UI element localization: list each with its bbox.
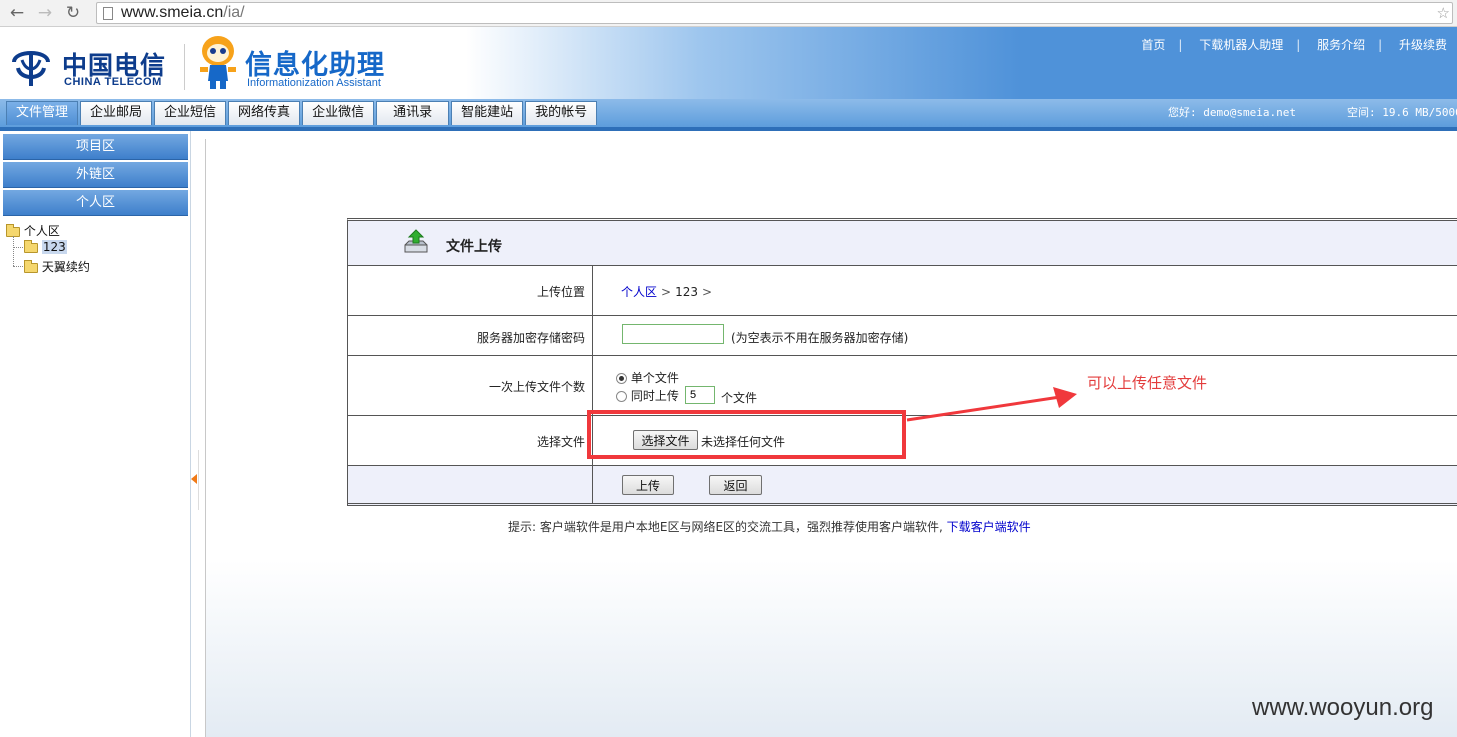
multi-label: 同时上传 [630, 389, 679, 403]
storage-usage: 空间: 19.6 MB/5000 [1347, 106, 1457, 119]
crumb-123[interactable]: 123 [675, 285, 698, 299]
sidebar-section-projects[interactable]: 项目区 [3, 134, 188, 160]
tree-item-tianyi[interactable]: 天翼续约 [24, 258, 90, 275]
annotation-text: 可以上传任意文件 [1087, 374, 1208, 392]
watermark: www.wooyun.org [1252, 694, 1434, 721]
tab-contacts[interactable]: 通讯录 [376, 101, 450, 125]
link-upgrade[interactable]: 升级续费 [1399, 38, 1447, 52]
sidebar-section-links[interactable]: 外链区 [3, 162, 188, 188]
location-label: 上传位置 [536, 285, 585, 299]
top-links: 首页 | 下载机器人助理 | 服务介绍 | 升级续费 [1141, 38, 1447, 52]
upload-button[interactable]: 上传 [622, 475, 674, 495]
upload-form-header: 文件上传 [348, 221, 1457, 266]
folder-icon [24, 239, 38, 253]
tab-wechat[interactable]: 企业微信 [302, 101, 375, 125]
password-hint: (为空表示不用在服务器加密存储) [731, 331, 909, 345]
upload-form: 文件上传 上传位置 个人区 >123 > 服务器加密存储密码 (为空表示不用在服务器… [347, 218, 1457, 506]
location-breadcrumb: 个人区 >123 > [621, 283, 716, 300]
password-input[interactable] [622, 324, 724, 344]
forward-arrow-icon[interactable]: → [34, 3, 56, 23]
tree-root[interactable]: 个人区 [6, 222, 60, 239]
tree-item-123[interactable]: 123 [24, 239, 67, 254]
download-client-link[interactable]: 下载客户端软件 [947, 520, 1031, 534]
brand-name-en: CHINA TELECOM [64, 76, 162, 88]
link-download-robot[interactable]: 下载机器人助理 [1199, 38, 1283, 52]
crumb-personal[interactable]: 个人区 [621, 285, 657, 299]
main-tabs: 文件管理 企业邮局 企业短信 网络传真 企业微信 通讯录 智能建站 我的帐号 [6, 101, 598, 125]
tab-file-manager[interactable]: 文件管理 [6, 101, 79, 125]
url-path: /ia/ [223, 4, 245, 21]
sidebar-collapse-handle[interactable] [191, 450, 199, 510]
count-label: 一次上传文件个数 [488, 380, 585, 394]
folder-icon [24, 259, 38, 273]
bookmark-star-icon[interactable]: ☆ [1437, 4, 1450, 22]
reload-icon[interactable]: ↻ [62, 3, 84, 23]
product-name-en: Informationization Assistant [247, 77, 381, 89]
option-multi[interactable]: 同时上传 [616, 387, 679, 404]
tab-site-builder[interactable]: 智能建站 [451, 101, 524, 125]
collapse-arrow-icon[interactable] [191, 474, 197, 484]
user-greeting: 您好: demo@smeia.net [1168, 106, 1296, 119]
back-button[interactable]: 返回 [709, 475, 762, 495]
folder-open-icon [6, 223, 20, 237]
chevron-right-icon: > [701, 285, 713, 299]
chevron-right-icon: > [661, 285, 672, 299]
tree-root-label: 个人区 [23, 224, 60, 238]
link-services[interactable]: 服务介绍 [1317, 38, 1365, 52]
radio-multi[interactable] [616, 391, 627, 402]
annotation-highlight-box [587, 410, 906, 459]
tab-my-account[interactable]: 我的帐号 [525, 101, 598, 125]
multi-unit: 个文件 [721, 391, 758, 405]
logo-divider [184, 44, 185, 90]
row-location: 上传位置 个人区 >123 > [348, 266, 1457, 316]
tab-fax[interactable]: 网络传真 [228, 101, 301, 125]
password-label: 服务器加密存储密码 [476, 331, 585, 345]
choose-label: 选择文件 [536, 435, 585, 449]
tree-item-label: 天翼续约 [41, 260, 90, 274]
back-arrow-icon[interactable]: ← [6, 3, 28, 23]
china-telecom-logo-icon [12, 51, 50, 86]
tab-sms[interactable]: 企业短信 [154, 101, 227, 125]
page-icon [103, 7, 113, 20]
single-label: 单个文件 [630, 371, 679, 385]
address-bar[interactable]: www.smeia.cn/ia/ ☆ [96, 2, 1453, 24]
mascot-icon [200, 36, 236, 89]
upload-icon [404, 229, 428, 253]
url-domain: www.smeia.cn [121, 4, 224, 21]
radio-single[interactable] [616, 373, 627, 384]
row-password: 服务器加密存储密码 (为空表示不用在服务器加密存储) [348, 316, 1457, 356]
link-home[interactable]: 首页 [1141, 38, 1165, 52]
multi-count-input[interactable] [685, 386, 715, 404]
upload-title: 文件上传 [446, 239, 502, 255]
tip-message: 提示: 客户端软件是用户本地E区与网络E区的交流工具，强烈推荐使用客户端软件, [508, 520, 943, 534]
annotation-arrow-icon [906, 387, 1077, 422]
option-single[interactable]: 单个文件 [616, 369, 679, 386]
tab-underline [0, 127, 1457, 131]
tip-text: 提示: 客户端软件是用户本地E区与网络E区的交流工具，强烈推荐使用客户端软件, … [508, 518, 1031, 535]
tab-mail[interactable]: 企业邮局 [80, 101, 153, 125]
tree-item-label: 123 [41, 240, 67, 254]
sidebar-section-personal[interactable]: 个人区 [3, 190, 188, 216]
row-count: 一次上传文件个数 单个文件 同时上传 个文件 [348, 356, 1457, 416]
row-actions: 上传 返回 [348, 466, 1457, 506]
